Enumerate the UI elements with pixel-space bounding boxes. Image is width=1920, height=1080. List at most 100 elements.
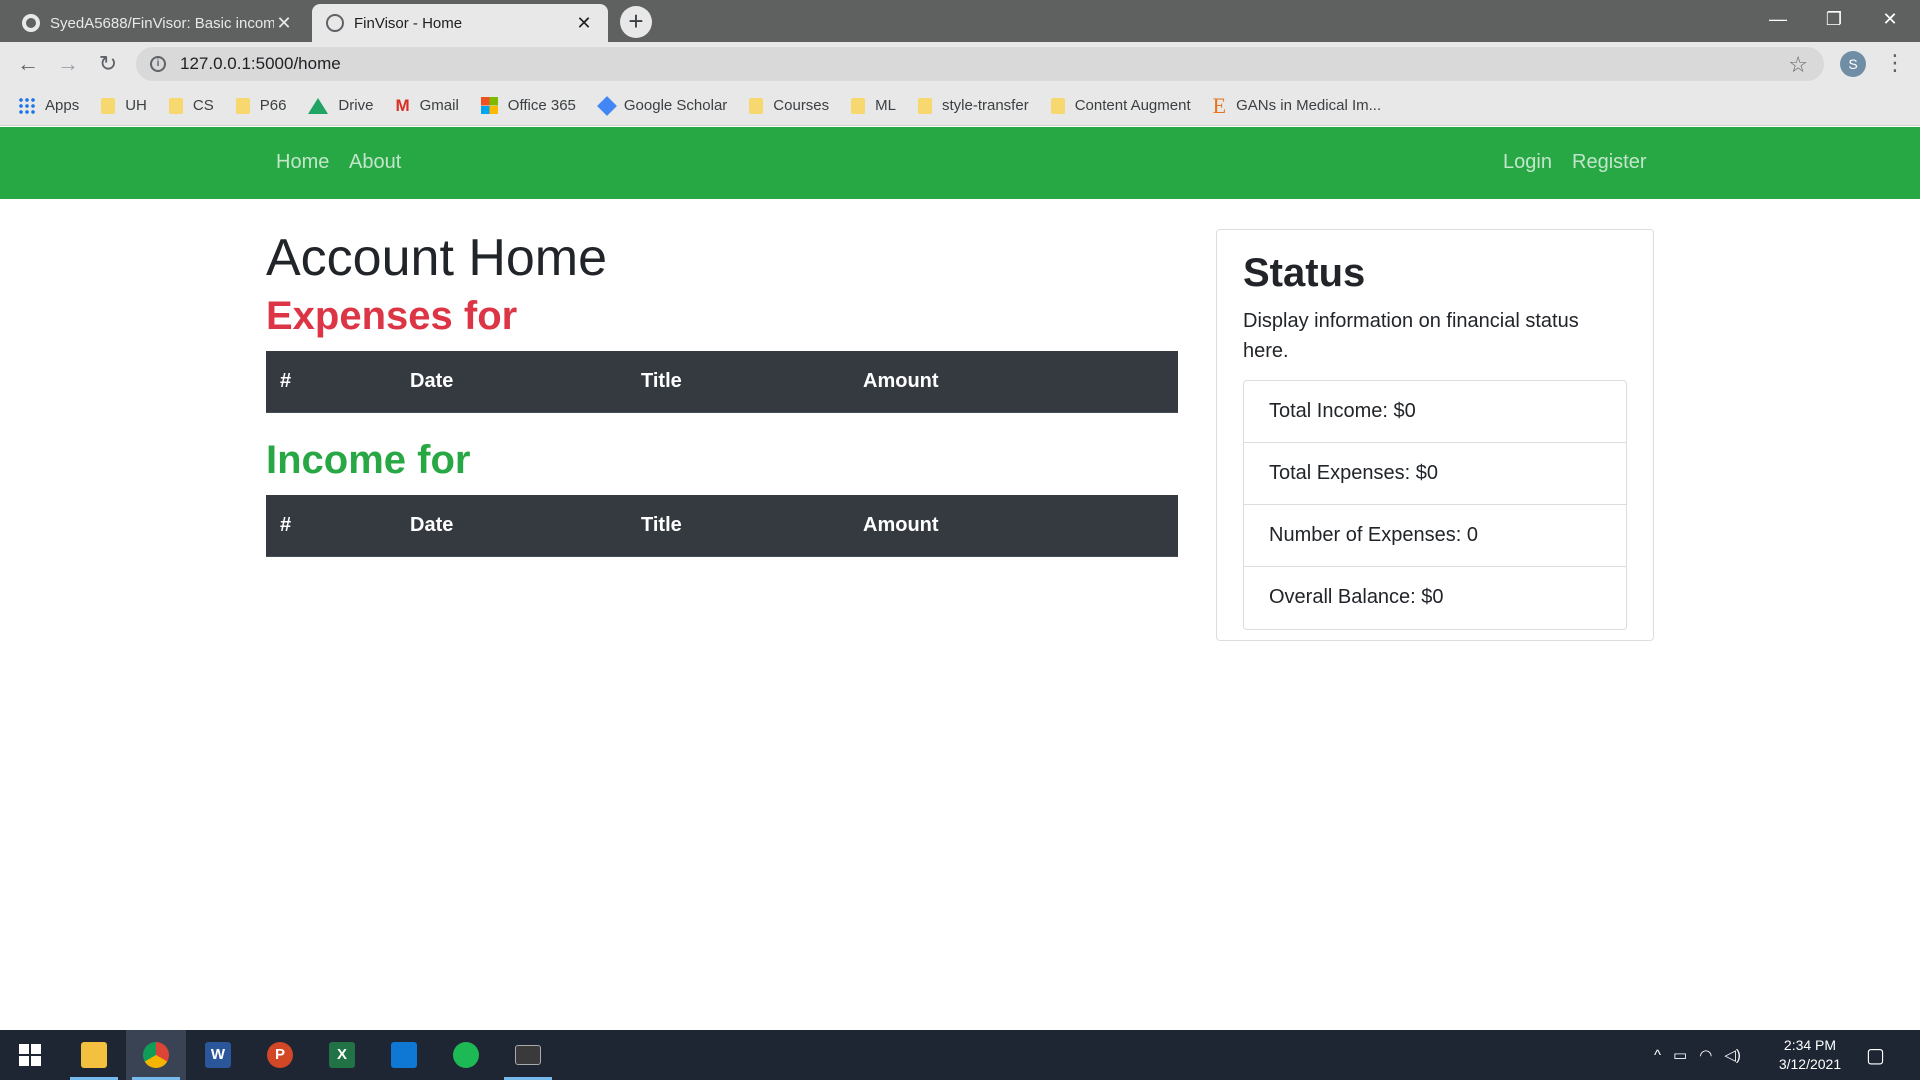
word-icon: W [205, 1042, 231, 1068]
taskbar: W P X ^ ▭ ◠ ◁) 2:34 PM 3/12/2021 ▢ [0, 1030, 1920, 1080]
powerpoint-button[interactable]: P [250, 1030, 310, 1080]
menu-kebab-icon[interactable]: ⋮ [1884, 49, 1906, 77]
total-expenses-item: Total Expenses: $0 [1244, 443, 1626, 505]
volume-icon[interactable]: ◁) [1724, 1046, 1741, 1064]
excel-button[interactable]: X [312, 1030, 372, 1080]
bookmark-style-transfer[interactable]: style-transfer [918, 97, 1029, 114]
bookmark-apps[interactable]: Apps [18, 97, 79, 114]
store-icon [391, 1042, 417, 1068]
bookmark-office-365[interactable]: Office 365 [480, 97, 576, 114]
income-table-header: # Date Title Amount [266, 495, 1178, 557]
expenses-heading: Expenses for [266, 294, 518, 338]
tab-strip: SyedA5688/FinVisor: Basic incom ✕ FinVis… [0, 0, 1920, 42]
income-heading: Income for [266, 438, 471, 482]
nav-register-link[interactable]: Register [1572, 151, 1646, 174]
page-title: Account Home [266, 229, 608, 287]
bookmark-cs[interactable]: CS [168, 97, 214, 114]
bookmark-p66[interactable]: P66 [235, 97, 286, 114]
folder-icon [1050, 97, 1065, 114]
clock[interactable]: 2:34 PM 3/12/2021 [1770, 1036, 1850, 1074]
bookmark-gmail[interactable]: M Gmail [395, 96, 458, 116]
number-of-expenses-item: Number of Expenses: 0 [1244, 505, 1626, 567]
new-tab-button[interactable]: + [620, 6, 652, 38]
bookmark-content-augment[interactable]: Content Augment [1050, 97, 1191, 114]
start-button[interactable] [0, 1030, 60, 1080]
wifi-icon[interactable]: ◠ [1699, 1046, 1712, 1064]
terminal-button[interactable] [498, 1030, 558, 1080]
bookmark-gans-medical[interactable]: E GANs in Medical Im... [1213, 93, 1382, 119]
restore-button[interactable]: ❐ [1806, 0, 1862, 38]
folder-icon [851, 97, 866, 114]
file-explorer-button[interactable] [64, 1030, 124, 1080]
minimize-button[interactable]: — [1750, 0, 1806, 38]
col-date: Date [410, 514, 454, 536]
spotify-icon [453, 1042, 479, 1068]
globe-icon [326, 14, 344, 32]
bookmark-ml[interactable]: ML [851, 97, 896, 114]
status-card: Status Display information on financial … [1216, 229, 1654, 641]
tab-title: SyedA5688/FinVisor: Basic incom [50, 14, 274, 32]
profile-avatar[interactable]: S [1840, 51, 1866, 77]
close-tab-icon[interactable]: ✕ [574, 13, 594, 34]
clock-date: 3/12/2021 [1778, 1056, 1842, 1072]
word-button[interactable]: W [188, 1030, 248, 1080]
battery-icon[interactable]: ▭ [1673, 1046, 1687, 1064]
url-text[interactable]: 127.0.0.1:5000/home [180, 54, 341, 74]
powerpoint-icon: P [267, 1042, 293, 1068]
status-title: Status [1243, 251, 1366, 295]
bookmark-google-scholar[interactable]: Google Scholar [596, 95, 727, 116]
nav-about-link[interactable]: About [349, 151, 401, 174]
col-title: Title [641, 514, 682, 536]
folder-icon [101, 97, 116, 114]
github-icon [22, 14, 40, 32]
terminal-icon [515, 1045, 541, 1065]
chrome-button[interactable] [126, 1030, 186, 1080]
office-icon [480, 97, 498, 114]
close-window-button[interactable]: ✕ [1862, 0, 1918, 38]
status-list: Total Income: $0 Total Expenses: $0 Numb… [1243, 380, 1627, 630]
bookmark-uh[interactable]: UH [101, 97, 147, 114]
total-income-item: Total Income: $0 [1244, 381, 1626, 443]
tab-title: FinVisor - Home [354, 14, 463, 32]
browser-tab-finvisor[interactable]: FinVisor - Home ✕ [312, 4, 608, 42]
reload-icon[interactable]: ↻ [94, 50, 122, 78]
browser-tab-github[interactable]: SyedA5688/FinVisor: Basic incom ✕ [8, 4, 308, 42]
scholar-icon [596, 95, 617, 116]
store-button[interactable] [374, 1030, 434, 1080]
col-date: Date [410, 370, 454, 392]
bookmark-drive[interactable]: Drive [308, 97, 373, 114]
overall-balance-item: Overall Balance: $0 [1269, 586, 1444, 608]
drive-icon [308, 97, 329, 114]
info-icon[interactable]: i [150, 56, 166, 72]
close-tab-icon[interactable]: ✕ [274, 13, 294, 34]
bookmark-star-icon[interactable]: ☆ [1788, 52, 1808, 78]
main-content: Account Home Expenses for # Date Title A… [266, 227, 1178, 557]
chevron-up-icon[interactable]: ^ [1654, 1047, 1661, 1064]
spotify-button[interactable] [436, 1030, 496, 1080]
col-title: Title [641, 370, 682, 392]
excel-icon: X [329, 1042, 355, 1068]
site-navbar: Home About Login Register [0, 127, 1920, 199]
col-amount: Amount [863, 514, 939, 536]
folder-icon [749, 97, 764, 114]
address-bar[interactable]: i 127.0.0.1:5000/home ☆ [136, 47, 1824, 81]
apps-icon [18, 97, 35, 114]
back-arrow-icon[interactable]: ← [14, 50, 42, 78]
e-icon: E [1212, 92, 1227, 118]
folder-icon [168, 97, 183, 114]
col-amount: Amount [863, 370, 939, 392]
bookmark-courses[interactable]: Courses [749, 97, 829, 114]
folder-icon [918, 97, 932, 114]
chrome-icon [143, 1042, 169, 1068]
browser-toolbar: ← → ↻ i 127.0.0.1:5000/home ☆ S ⋮ [0, 42, 1920, 86]
nav-login-link[interactable]: Login [1503, 151, 1552, 174]
bookmarks-bar: Apps UH CS P66 Drive M Gmail Office 365 G… [0, 86, 1920, 126]
clock-time: 2:34 PM [1783, 1037, 1837, 1053]
windows-icon [19, 1044, 41, 1066]
page-content: Home About Login Register Account Home E… [0, 127, 1920, 1030]
nav-home-link[interactable]: Home [276, 151, 329, 174]
status-description: Display information on financial status … [1243, 310, 1579, 362]
notification-icon[interactable]: ▢ [1866, 1030, 1885, 1080]
expenses-table-header: # Date Title Amount [266, 351, 1178, 413]
forward-arrow-icon[interactable]: → [54, 50, 82, 78]
